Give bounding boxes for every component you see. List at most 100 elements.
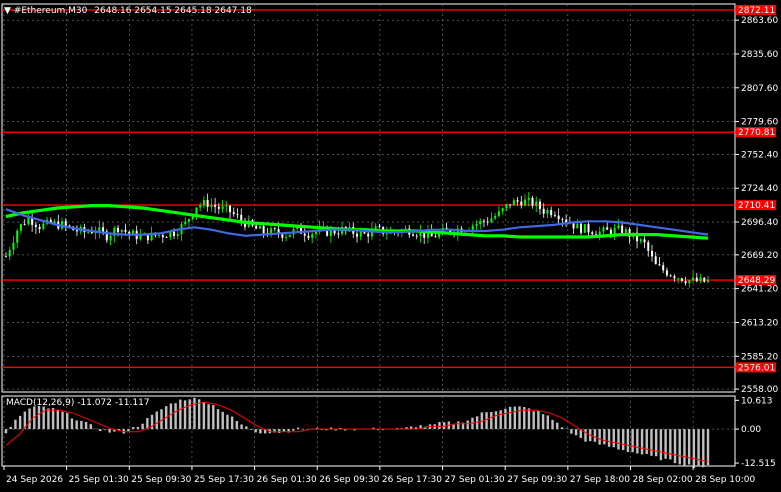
candle-body xyxy=(35,225,37,227)
candle-body xyxy=(591,232,593,234)
candle-body xyxy=(677,278,679,279)
candle-body xyxy=(222,206,224,208)
level-label: 2710.41 xyxy=(738,201,775,211)
price-tick-label: 2669.20 xyxy=(741,251,778,261)
price-tick-label: 2835.60 xyxy=(741,50,778,60)
macd-bar xyxy=(608,429,610,447)
price-tick-label: 2724.40 xyxy=(741,184,778,194)
macd-bar xyxy=(137,427,139,429)
candle-body xyxy=(602,227,604,231)
macd-bar xyxy=(490,412,492,429)
macd-bar xyxy=(561,427,563,429)
candle-body xyxy=(9,250,11,256)
candle-body xyxy=(580,224,582,233)
macd-bar xyxy=(499,410,501,429)
macd-bar xyxy=(697,429,699,467)
time-tick-label: 24 Sep 2026 xyxy=(6,475,63,485)
macd-bar xyxy=(99,429,101,431)
macd-bar xyxy=(71,418,73,429)
candle-body xyxy=(132,231,134,234)
macd-bar xyxy=(245,426,247,429)
candle-body xyxy=(188,219,190,222)
macd-tick-label: 10.613 xyxy=(741,396,773,406)
macd-bar xyxy=(127,429,129,431)
macd-bar xyxy=(207,404,209,429)
candle-body xyxy=(315,232,317,234)
candle-body xyxy=(573,224,575,229)
candle-body xyxy=(647,242,649,251)
macd-bar xyxy=(193,398,195,429)
candle-body xyxy=(666,270,668,275)
chart-canvas[interactable]: 2872.112770.812710.412648.292576.01 2863… xyxy=(0,0,781,489)
macd-bar xyxy=(438,422,440,429)
candle-body xyxy=(487,222,489,223)
macd-bar xyxy=(485,412,487,429)
candle-body xyxy=(285,237,287,238)
macd-bar xyxy=(655,429,657,456)
macd-bar xyxy=(156,411,158,429)
macd-bar xyxy=(693,429,695,468)
candle-body xyxy=(472,226,474,230)
macd-bar xyxy=(641,429,643,454)
candle-body xyxy=(703,278,705,282)
macd-bar xyxy=(222,412,224,429)
candle-body xyxy=(225,206,227,207)
macd-bar xyxy=(297,428,299,429)
candle-body xyxy=(39,227,41,229)
macd-bar xyxy=(679,429,681,464)
trading-chart[interactable]: 2872.112770.812710.412648.292576.01 2863… xyxy=(0,0,781,489)
candle-body xyxy=(162,235,164,237)
time-tick-label: 25 Sep 17:30 xyxy=(194,475,254,485)
macd-bar xyxy=(226,415,228,429)
time-tick-label: 27 Sep 01:30 xyxy=(445,475,505,485)
macd-bar xyxy=(141,424,143,429)
macd-bar xyxy=(28,409,30,430)
macd-bar xyxy=(80,421,82,429)
macd-bar xyxy=(603,429,605,444)
time-tick-label: 26 Sep 09:30 xyxy=(319,475,379,485)
macd-bar xyxy=(189,399,191,429)
macd-bar xyxy=(556,423,558,429)
candle-body xyxy=(184,222,186,225)
macd-bar xyxy=(198,399,200,429)
macd-bar xyxy=(47,408,49,429)
macd-bar xyxy=(631,429,633,452)
candle-body xyxy=(490,218,492,222)
candle-body xyxy=(24,224,26,225)
candle-body xyxy=(76,230,78,231)
chart-header: ▼ #Ethereum,M30 2648.16 2654.15 2645.18 … xyxy=(4,6,252,16)
macd-bar xyxy=(10,427,12,429)
candle-body xyxy=(289,235,291,237)
macd-bar xyxy=(594,429,596,442)
macd-bar xyxy=(542,414,544,429)
macd-bar xyxy=(132,427,134,429)
candle-body xyxy=(5,256,7,257)
candle-body xyxy=(210,205,212,207)
candle-body xyxy=(27,217,29,224)
macd-bar xyxy=(707,429,709,465)
candle-body xyxy=(617,226,619,228)
macd-bar xyxy=(52,408,54,429)
candle-body xyxy=(158,235,160,236)
price-tick-label: 2613.20 xyxy=(741,318,778,328)
candle-body xyxy=(416,236,418,237)
macd-bar xyxy=(104,429,106,430)
macd-bar xyxy=(551,420,553,429)
candle-body xyxy=(412,235,414,236)
candle-body xyxy=(655,256,657,264)
candle-body xyxy=(561,219,563,220)
time-tick-label: 28 Sep 02:00 xyxy=(632,475,692,485)
macd-bar xyxy=(518,406,520,429)
candle-body xyxy=(625,229,627,233)
candle-body xyxy=(707,280,709,281)
candle-body xyxy=(12,243,14,250)
candle-body xyxy=(509,204,511,205)
macd-bar xyxy=(90,424,92,429)
candle-body xyxy=(16,231,18,243)
price-tick-label: 2558.00 xyxy=(741,385,778,395)
candle-body xyxy=(696,278,698,282)
candle-body xyxy=(524,200,526,206)
ohlc-values: 2648.16 2654.15 2645.18 2647.18 xyxy=(94,6,252,16)
candle-body xyxy=(110,236,112,241)
macd-bar xyxy=(259,429,261,433)
